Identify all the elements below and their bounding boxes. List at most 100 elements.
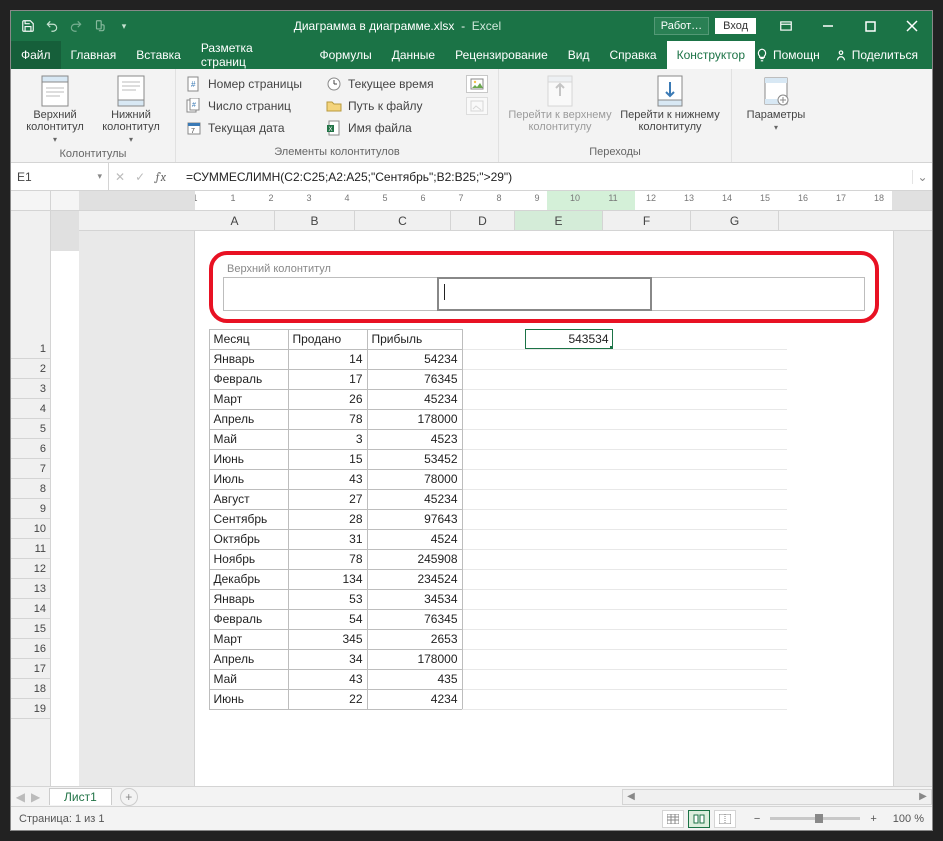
cell[interactable]: 45234 [367, 489, 463, 510]
cell[interactable] [612, 349, 700, 370]
options-button[interactable]: Параметры▾ [738, 71, 814, 136]
redo-icon[interactable] [67, 17, 85, 35]
cell[interactable] [462, 349, 526, 370]
col-header-g[interactable]: G [691, 211, 779, 230]
row-header[interactable]: 10 [11, 519, 50, 539]
row-header[interactable]: 1 [11, 339, 50, 359]
cell[interactable] [612, 569, 700, 590]
cell[interactable] [462, 549, 526, 570]
cell[interactable]: 34 [288, 649, 368, 670]
cell[interactable] [525, 569, 613, 590]
ribbon-display-options-icon[interactable] [766, 11, 806, 41]
cell[interactable]: 22 [288, 689, 368, 710]
row-header[interactable]: 17 [11, 659, 50, 679]
footer-button[interactable]: Нижний колонтитул▾ [93, 71, 169, 148]
cell[interactable] [462, 489, 526, 510]
cell[interactable]: 17 [288, 369, 368, 390]
page-number-button[interactable]: #Номер страницы [182, 75, 322, 93]
sheet-tab[interactable]: Лист1 [49, 788, 112, 805]
cell[interactable]: 43 [288, 469, 368, 490]
page-count-button[interactable]: #Число страниц [182, 97, 322, 115]
maximize-icon[interactable] [850, 11, 890, 41]
header-left[interactable] [224, 278, 438, 310]
cell[interactable] [612, 369, 700, 390]
cell[interactable] [612, 389, 700, 410]
header-center[interactable] [438, 278, 652, 310]
cell[interactable]: 245908 [367, 549, 463, 570]
cell[interactable]: Декабрь [209, 569, 289, 590]
scroll-left-icon[interactable]: ◀ [623, 791, 639, 802]
cell[interactable]: Июнь [209, 689, 289, 710]
col-header-f[interactable]: F [603, 211, 691, 230]
row-header[interactable]: 6 [11, 439, 50, 459]
cell[interactable] [612, 449, 700, 470]
cell[interactable] [462, 409, 526, 430]
cell[interactable] [525, 649, 613, 670]
row-header[interactable]: 5 [11, 419, 50, 439]
cell[interactable] [525, 449, 613, 470]
tab-file[interactable]: Файл [11, 41, 61, 69]
col-header-b[interactable]: B [275, 211, 355, 230]
cell[interactable]: Февраль [209, 369, 289, 390]
cell[interactable]: 178000 [367, 649, 463, 670]
cell[interactable] [525, 409, 613, 430]
cell[interactable]: 435 [367, 669, 463, 690]
cell[interactable]: 54234 [367, 349, 463, 370]
cell[interactable]: 134 [288, 569, 368, 590]
goto-footer-button[interactable]: Перейти к нижнему колонтитулу [615, 71, 725, 137]
cell[interactable] [612, 669, 700, 690]
format-picture-button[interactable] [466, 97, 488, 115]
cell[interactable] [699, 529, 787, 550]
cell[interactable]: Май [209, 429, 289, 450]
cell[interactable]: 4523 [367, 429, 463, 450]
cell[interactable] [525, 389, 613, 410]
cell[interactable] [699, 549, 787, 570]
cell[interactable]: 53452 [367, 449, 463, 470]
cell[interactable] [525, 549, 613, 570]
cell[interactable] [699, 569, 787, 590]
login-button[interactable]: Вход [715, 18, 756, 34]
view-page-layout-button[interactable] [688, 810, 710, 828]
formula-input[interactable]: =СУММЕСЛИМН(C2:C25;A2:A25;"Сентябрь";B2:… [180, 170, 912, 184]
tell-me-button[interactable]: Помощн [755, 48, 820, 62]
name-box[interactable]: E1 ▾ [11, 163, 109, 190]
cell[interactable] [525, 669, 613, 690]
tab-view[interactable]: Вид [558, 41, 600, 69]
sheet-nav-next-icon[interactable]: ▶ [31, 790, 40, 804]
tab-help[interactable]: Справка [600, 41, 667, 69]
cell[interactable]: Апрель [209, 409, 289, 430]
cell[interactable] [699, 689, 787, 710]
tab-design[interactable]: Конструктор [667, 41, 755, 69]
cell[interactable]: 34534 [367, 589, 463, 610]
cell[interactable] [462, 569, 526, 590]
cell[interactable]: Январь [209, 349, 289, 370]
cell[interactable]: Январь [209, 589, 289, 610]
cell[interactable]: 76345 [367, 369, 463, 390]
cell[interactable] [699, 629, 787, 650]
current-time-button[interactable]: Текущее время [322, 75, 462, 93]
cell[interactable] [612, 529, 700, 550]
scroll-right-icon[interactable]: ▶ [915, 791, 931, 802]
cell[interactable] [699, 349, 787, 370]
row-header[interactable]: 12 [11, 559, 50, 579]
cell[interactable] [525, 609, 613, 630]
cell[interactable] [699, 449, 787, 470]
row-header[interactable]: 13 [11, 579, 50, 599]
row-header[interactable]: 11 [11, 539, 50, 559]
row-header[interactable]: 16 [11, 639, 50, 659]
cell[interactable]: 78000 [367, 469, 463, 490]
cell[interactable] [612, 409, 700, 430]
row-header[interactable]: 3 [11, 379, 50, 399]
cell[interactable] [525, 509, 613, 530]
expand-formula-bar-icon[interactable]: ⌄ [912, 170, 932, 184]
cell[interactable] [699, 429, 787, 450]
cell[interactable]: Ноябрь [209, 549, 289, 570]
cell[interactable] [462, 689, 526, 710]
cell[interactable] [462, 589, 526, 610]
zoom-slider[interactable] [770, 817, 860, 820]
cell[interactable] [699, 329, 787, 350]
header-button[interactable]: Верхний колонтитул▾ [17, 71, 93, 148]
cell[interactable] [525, 469, 613, 490]
row-header[interactable]: 4 [11, 399, 50, 419]
cell[interactable] [462, 629, 526, 650]
